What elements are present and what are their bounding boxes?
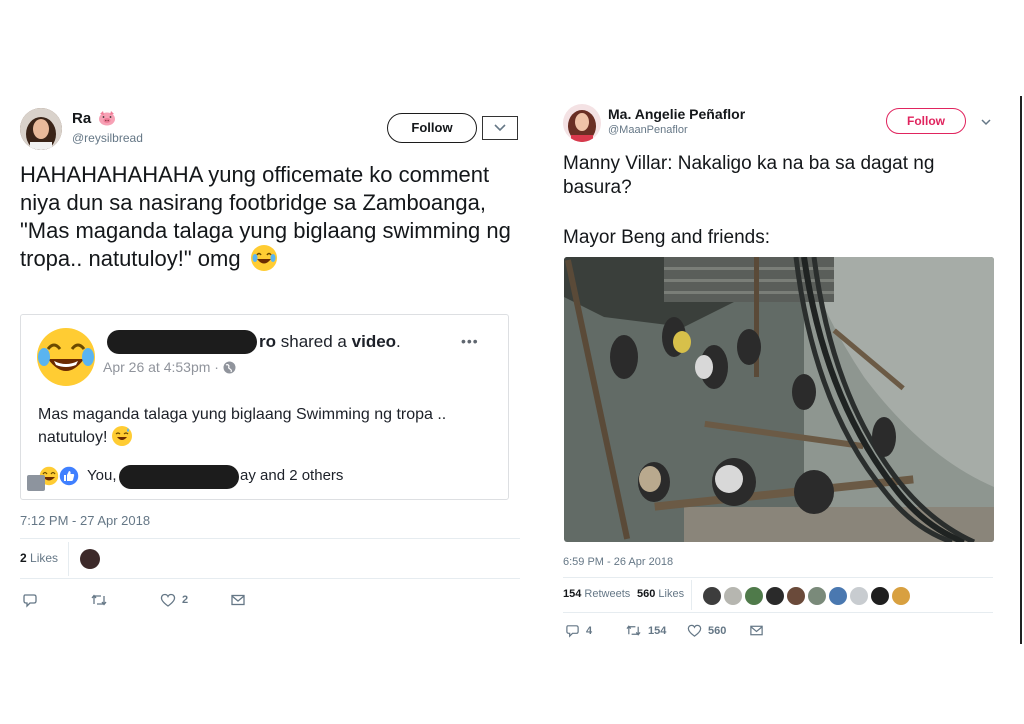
- retweet-count: 154: [648, 624, 667, 637]
- likes-stat[interactable]: 2 Likes: [20, 551, 58, 565]
- liker-avatar[interactable]: [808, 587, 826, 605]
- heart-icon: [687, 624, 702, 637]
- reply-count: 4: [586, 624, 593, 637]
- author-name-text[interactable]: Ra: [72, 110, 91, 127]
- shared-type: video: [351, 332, 397, 351]
- like-reaction-icon: [58, 465, 80, 487]
- embedded-facebook-post[interactable]: ro shared a video. ••• Apr 26 at 4:53pm …: [20, 314, 509, 500]
- reaction-chip: [27, 475, 45, 491]
- reactions-prefix[interactable]: You,: [87, 467, 116, 484]
- post-date-line: Apr 26 at 4:53pm ·: [103, 359, 236, 377]
- retweet-button[interactable]: [90, 592, 108, 608]
- liker-avatar[interactable]: [724, 587, 742, 605]
- stat-divider: [68, 542, 69, 576]
- liker-avatar[interactable]: [80, 549, 100, 569]
- liker-avatar[interactable]: [703, 587, 721, 605]
- liker-avatar[interactable]: [829, 587, 847, 605]
- follow-button[interactable]: Follow: [387, 113, 477, 143]
- shared-period: .: [396, 332, 401, 351]
- post-text-body: Mas maganda talaga yung biglaang Swimmin…: [38, 406, 447, 446]
- tweet-text: HAHAHAHAHAHA yung officemate ko comment …: [20, 161, 520, 273]
- follow-button[interactable]: Follow: [886, 108, 966, 134]
- author-name[interactable]: Ra: [72, 110, 116, 130]
- likes-count: 2: [20, 551, 27, 565]
- reply-icon: [23, 594, 37, 608]
- chevron-down-icon: [494, 124, 506, 132]
- name-suffix: ro: [259, 332, 276, 351]
- like-button[interactable]: 560: [687, 623, 726, 638]
- like-count: 560: [708, 624, 727, 637]
- liker-avatar[interactable]: [871, 587, 889, 605]
- divider: [563, 612, 993, 613]
- window-edge: [1020, 96, 1022, 644]
- message-button[interactable]: [749, 623, 764, 638]
- likes-label: Likes: [30, 551, 59, 565]
- author-handle[interactable]: @reysilbread: [72, 131, 143, 145]
- tweet-photo[interactable]: [564, 257, 994, 542]
- author-avatar[interactable]: [20, 108, 62, 150]
- reply-button[interactable]: 4: [565, 623, 592, 638]
- stat-divider: [691, 580, 692, 610]
- message-icon: [231, 594, 245, 606]
- tweet-timestamp[interactable]: 6:59 PM - 26 Apr 2018: [563, 556, 673, 568]
- reply-button[interactable]: [22, 592, 38, 608]
- retweets-count: 154: [563, 588, 582, 600]
- more-options-button[interactable]: [482, 116, 518, 140]
- liker-avatar[interactable]: [892, 587, 910, 605]
- tweet-text-line-1: Manny Villar: Nakaligo ka na ba sa dagat…: [563, 153, 935, 198]
- retweets-stat[interactable]: 154 Retweets: [563, 588, 630, 600]
- shared-line: ro shared a video.: [259, 332, 401, 352]
- post-date[interactable]: Apr 26 at 4:53pm: [103, 359, 210, 375]
- liker-avatar[interactable]: [745, 587, 763, 605]
- author-avatar[interactable]: [563, 104, 601, 142]
- likes-stat[interactable]: 560 Likes: [637, 588, 684, 600]
- retweet-button[interactable]: 154: [625, 623, 666, 638]
- reactions-suffix[interactable]: ay and 2 others: [240, 467, 343, 484]
- likes-label: Likes: [658, 588, 685, 600]
- divider: [20, 578, 520, 579]
- likes-count: 560: [637, 588, 656, 600]
- retweet-icon: [91, 594, 107, 606]
- like-count: 2: [182, 594, 189, 606]
- sweat-smile-emoji-icon: [111, 426, 132, 446]
- retweet-icon: [626, 625, 641, 636]
- liker-avatar[interactable]: [787, 587, 805, 605]
- liker-avatar[interactable]: [766, 587, 784, 605]
- like-button[interactable]: 2: [160, 592, 188, 608]
- tweet-text-line-2: Mayor Beng and friends:: [563, 227, 771, 248]
- author-handle[interactable]: @MaanPenaflor: [608, 124, 688, 136]
- globe-icon: [223, 361, 236, 377]
- divider: [563, 577, 993, 578]
- date-separator: ·: [214, 359, 219, 375]
- chevron-down-icon[interactable]: [978, 114, 994, 130]
- tweet-right: Ma. Angelie Peñaflor @MaanPenaflor Follo…: [563, 100, 995, 645]
- message-button[interactable]: [230, 592, 246, 608]
- author-name[interactable]: Ma. Angelie Peñaflor: [608, 106, 745, 122]
- more-menu-button[interactable]: •••: [461, 333, 479, 349]
- divider: [20, 538, 520, 539]
- message-icon: [750, 625, 763, 636]
- heart-icon: [160, 593, 176, 607]
- laughing-emoji-avatar: [36, 327, 96, 387]
- tweet-left: Ra @reysilbread Follow HAHAHAHAHAHA yung…: [20, 104, 520, 624]
- laughing-emoji-icon: [250, 245, 277, 271]
- tweet-timestamp[interactable]: 7:12 PM - 27 Apr 2018: [20, 513, 150, 528]
- reply-icon: [566, 625, 579, 638]
- redacted-reactor: [119, 465, 239, 489]
- post-text: Mas maganda talaga yung biglaang Swimmin…: [38, 403, 498, 449]
- redacted-name: [107, 330, 257, 354]
- retweets-label: Retweets: [584, 588, 631, 600]
- pig-icon: [98, 110, 116, 130]
- shared-text: shared a: [280, 332, 347, 351]
- liker-avatar[interactable]: [850, 587, 868, 605]
